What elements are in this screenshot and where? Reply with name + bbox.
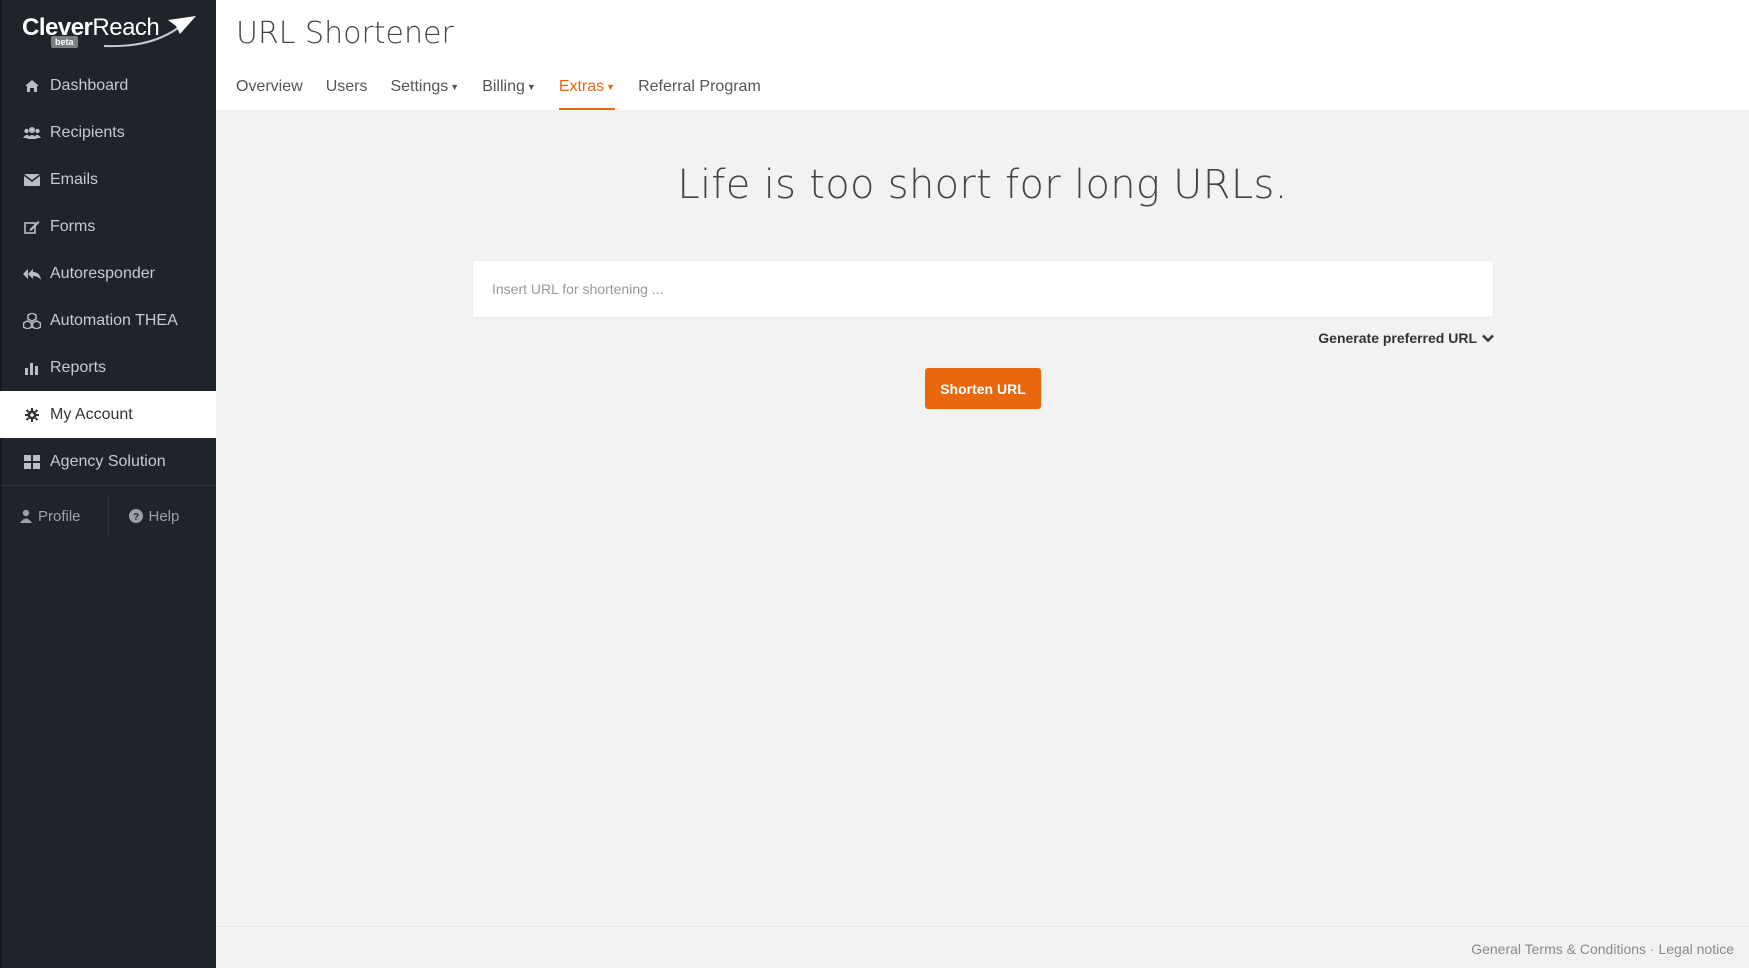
envelope-icon xyxy=(22,170,42,190)
profile-link[interactable]: Profile xyxy=(0,496,108,536)
sidebar-item-autoresponder[interactable]: Autoresponder xyxy=(0,250,216,297)
question-circle-icon: ? xyxy=(128,509,143,523)
sidebar-item-label: Autoresponder xyxy=(50,264,155,282)
page-header: URL Shortener Overview Users Settings ▼ B… xyxy=(216,0,1749,110)
tab-bar: Overview Users Settings ▼ Billing ▼ Extras… xyxy=(236,70,784,110)
sidebar-item-automation-thea[interactable]: Automation THEA xyxy=(0,297,216,344)
legal-notice-link[interactable]: Legal notice xyxy=(1658,941,1734,957)
sidebar-item-my-account[interactable]: My Account xyxy=(0,391,216,438)
caret-down-icon: ▼ xyxy=(450,81,460,92)
generate-preferred-url-toggle[interactable]: Generate preferred URL xyxy=(1318,330,1494,346)
home-icon xyxy=(22,76,42,96)
cubes-icon xyxy=(22,311,42,331)
tab-extras[interactable]: Extras ▼ xyxy=(558,70,616,110)
tab-referral-program[interactable]: Referral Program xyxy=(638,70,761,110)
footer-links: General Terms & Conditions · Legal notic… xyxy=(1471,941,1734,957)
sidebar-bottom: Profile ? Help xyxy=(0,486,216,546)
sidebar-item-recipients[interactable]: Recipients xyxy=(0,109,216,156)
url-input[interactable] xyxy=(472,260,1494,318)
main-content: Life is too short for long URLs. Generat… xyxy=(216,110,1749,926)
headline: Life is too short for long URLs. xyxy=(677,162,1288,208)
chevron-down-icon xyxy=(1482,334,1494,343)
tab-users[interactable]: Users xyxy=(326,70,368,110)
sidebar: CleverReach beta Dashboard Recipients Em… xyxy=(0,0,216,968)
terms-link[interactable]: General Terms & Conditions xyxy=(1471,941,1646,957)
sidebar-item-label: My Account xyxy=(50,405,133,423)
paper-plane-icon xyxy=(103,16,196,48)
users-icon xyxy=(22,123,42,143)
sidebar-item-label: Agency Solution xyxy=(50,452,166,470)
sidebar-item-label: Dashboard xyxy=(50,76,129,94)
reply-all-icon xyxy=(22,264,42,284)
sidebar-item-emails[interactable]: Emails xyxy=(0,156,216,203)
cleverreach-logo[interactable]: CleverReach beta xyxy=(20,12,200,52)
caret-down-icon: ▼ xyxy=(606,81,616,92)
edit-icon xyxy=(22,217,42,237)
shorten-url-button[interactable]: Shorten URL xyxy=(925,368,1041,409)
tab-billing[interactable]: Billing ▼ xyxy=(482,70,536,110)
sidebar-item-dashboard[interactable]: Dashboard xyxy=(0,62,216,109)
caret-down-icon: ▼ xyxy=(526,81,536,92)
bar-chart-icon xyxy=(22,358,42,378)
sidebar-item-reports[interactable]: Reports xyxy=(0,344,216,391)
grid-icon xyxy=(22,452,42,472)
page-title: URL Shortener xyxy=(236,16,454,51)
sidebar-nav: Dashboard Recipients Emails Forms Autore… xyxy=(0,62,216,546)
sidebar-item-forms[interactable]: Forms xyxy=(0,203,216,250)
gear-icon xyxy=(22,405,42,425)
sidebar-item-label: Emails xyxy=(50,170,99,188)
sidebar-item-label: Forms xyxy=(50,217,96,235)
beta-badge: beta xyxy=(51,36,78,48)
sidebar-item-label: Recipients xyxy=(50,123,125,141)
help-link[interactable]: ? Help xyxy=(109,496,217,536)
svg-text:?: ? xyxy=(132,512,138,523)
footer-separator: · xyxy=(1649,941,1655,957)
help-label: Help xyxy=(148,507,180,525)
tab-settings[interactable]: Settings ▼ xyxy=(390,70,459,110)
sidebar-item-label: Automation THEA xyxy=(50,311,178,329)
sidebar-item-agency-solution[interactable]: Agency Solution xyxy=(0,438,216,485)
footer: General Terms & Conditions · Legal notic… xyxy=(216,926,1749,968)
sidebar-item-label: Reports xyxy=(50,358,107,376)
generate-preferred-url-label: Generate preferred URL xyxy=(1318,330,1477,346)
user-icon xyxy=(20,509,32,523)
profile-label: Profile xyxy=(38,507,81,525)
tab-overview[interactable]: Overview xyxy=(236,70,303,110)
